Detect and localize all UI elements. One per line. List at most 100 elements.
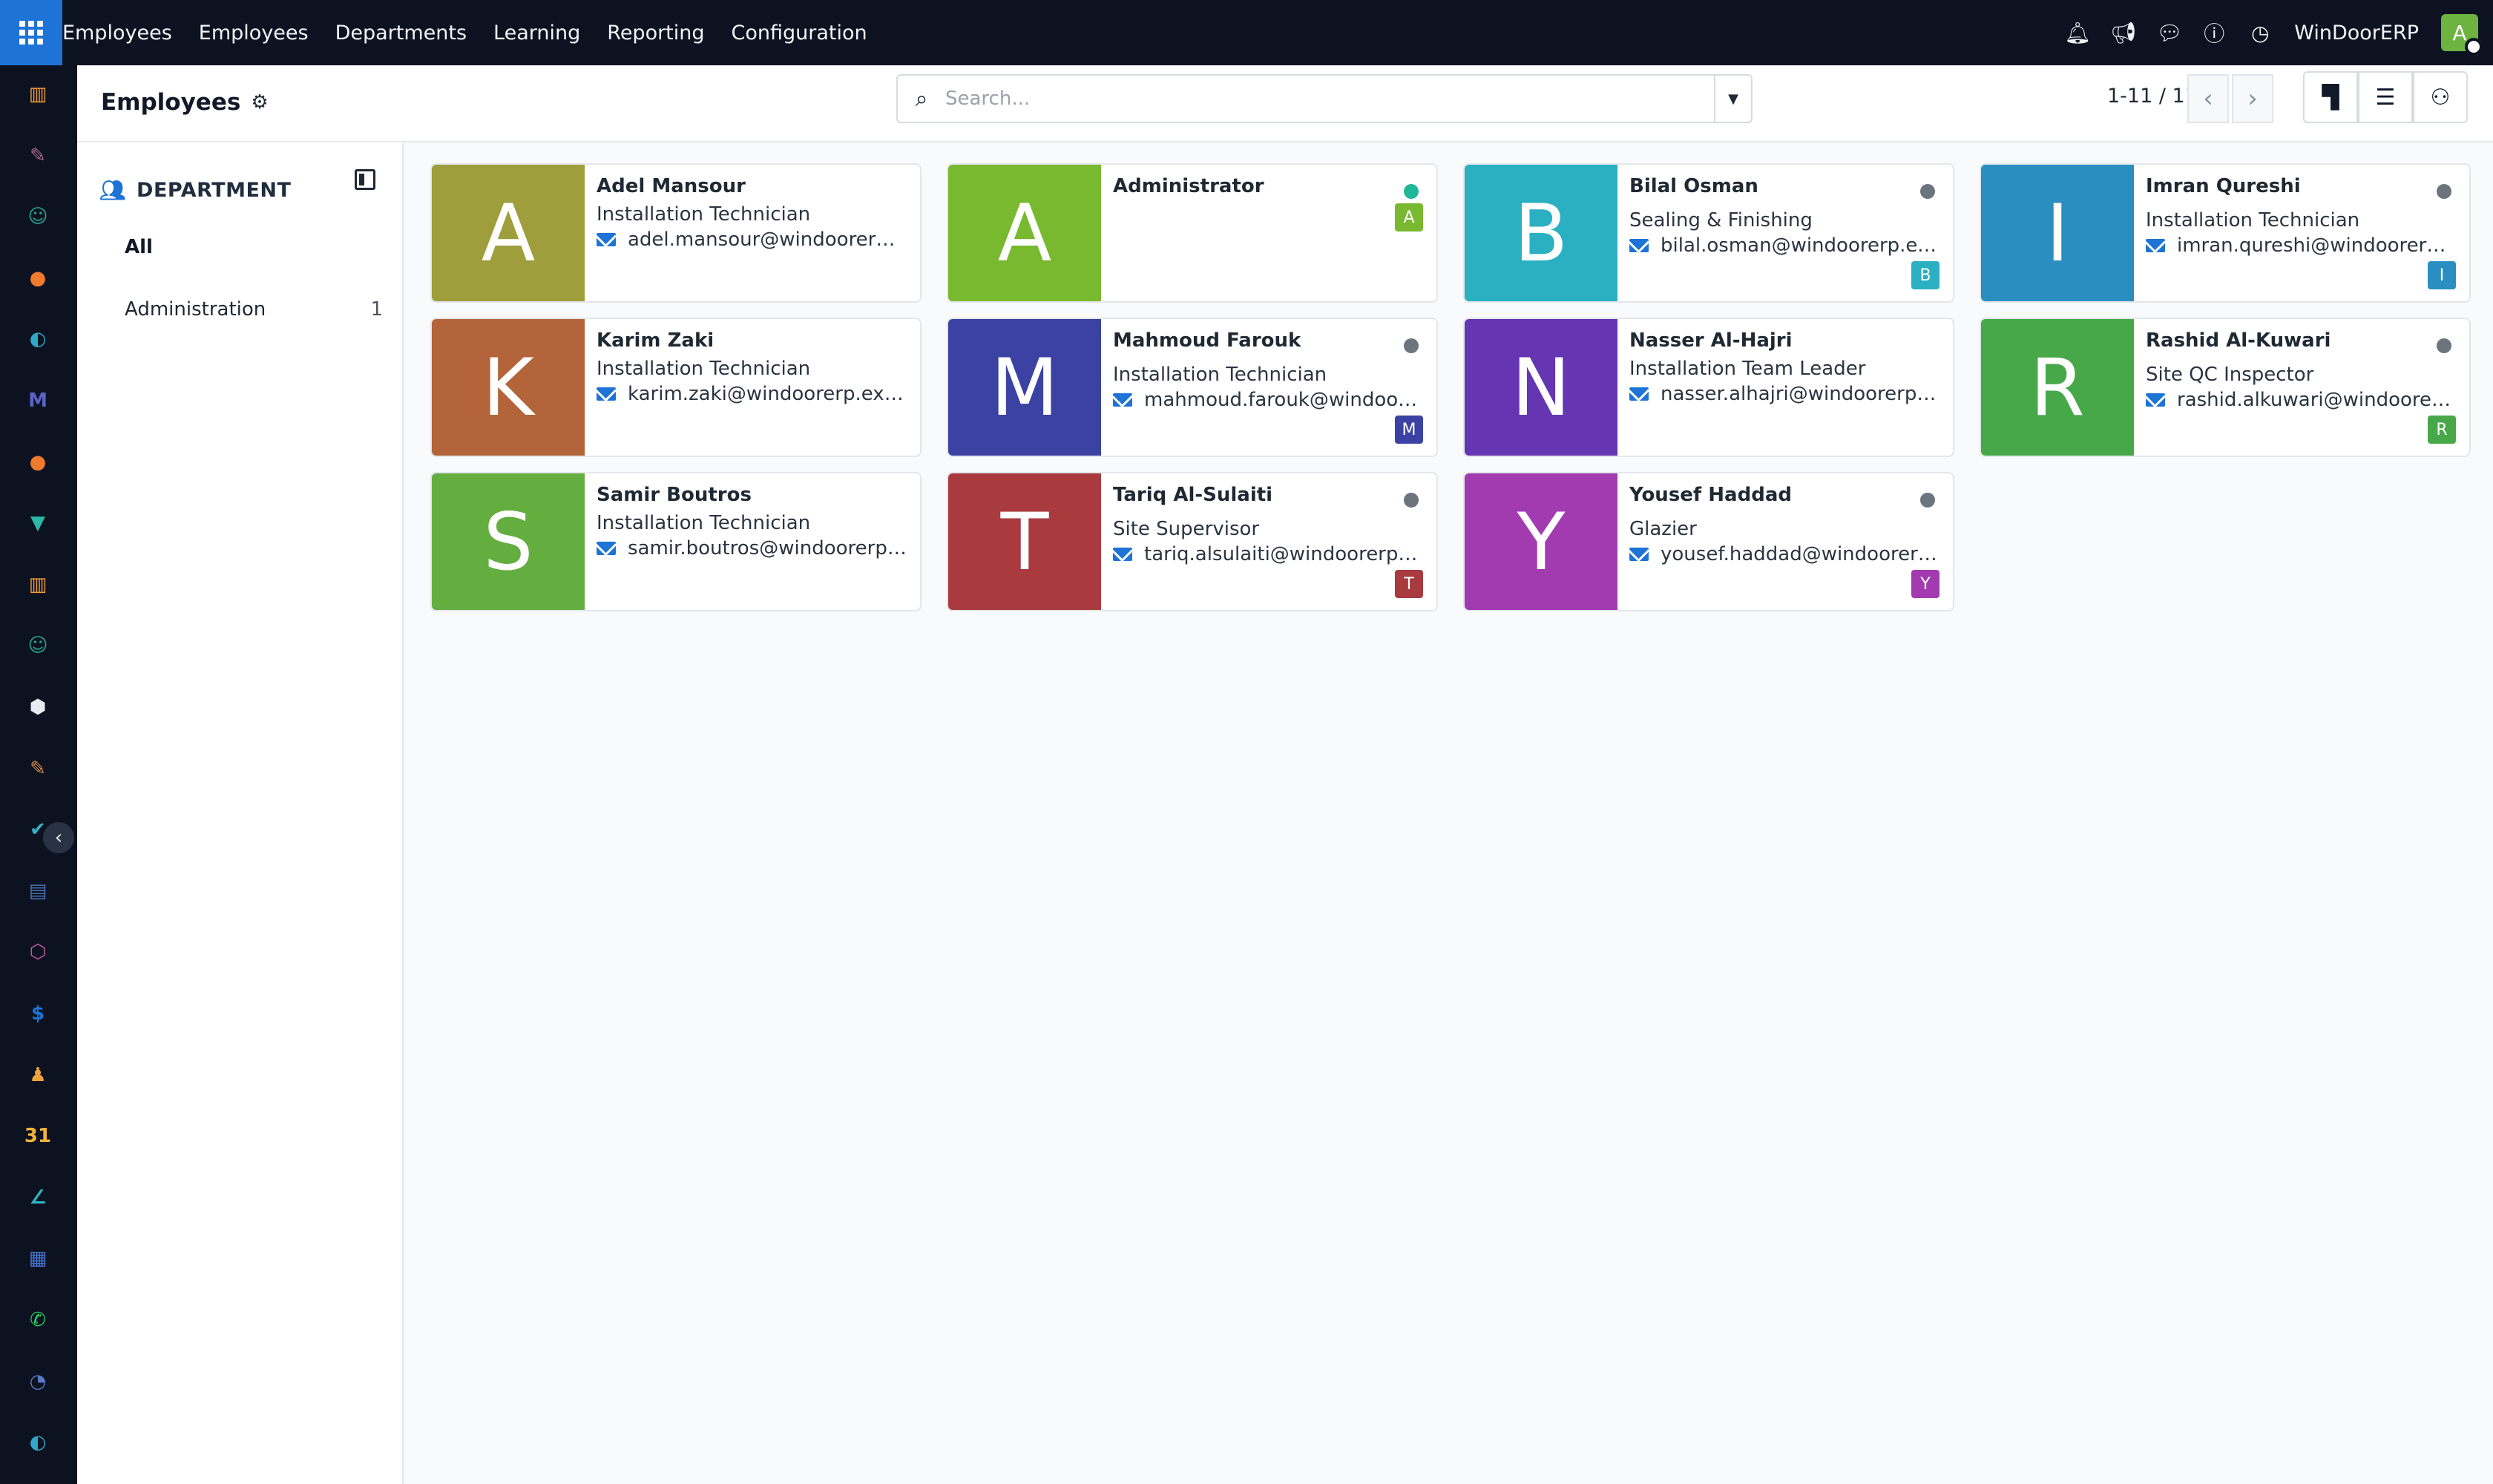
employee-email-text[interactable]: samir.boutros@windoorerp.e... [628, 537, 907, 559]
employee-email-text[interactable]: imran.qureshi@windoorerp.e... [2177, 234, 2456, 257]
department-item-administration[interactable]: Administration [125, 298, 266, 321]
presence-status-icon [1404, 338, 1419, 353]
megaphone-icon[interactable]: 📢︎ [2110, 21, 2137, 45]
search-options-toggle[interactable]: ▼ [1714, 76, 1751, 122]
menu-brand[interactable]: Employees [62, 22, 185, 45]
timer-app-icon[interactable]: ◔ [24, 1368, 52, 1396]
discuss-app-icon[interactable]: ● [24, 264, 52, 292]
employee-card[interactable]: T Tariq Al-Sulaiti Site Supervisor tariq.al… [947, 472, 1438, 611]
planning-app-icon[interactable]: ✎ [24, 755, 52, 783]
hierarchy-view-button[interactable]: ⚇ [2413, 71, 2468, 123]
mail-app-icon[interactable]: M [24, 387, 52, 415]
knowledge-app-icon[interactable]: ▤ [24, 877, 52, 905]
department-header-label: DEPARTMENT [137, 179, 292, 202]
employee-email: samir.boutros@windoorerp.e... [597, 537, 907, 559]
panel-toggle-icon[interactable] [355, 169, 375, 190]
livechat-app-icon[interactable]: ● [24, 448, 52, 476]
employee-mini-avatar[interactable]: Y [1911, 570, 1939, 598]
employee-email: bilal.osman@windoorerp.exa... [1629, 234, 1939, 257]
sales-app-icon[interactable]: ✎ [24, 142, 52, 170]
employee-card[interactable]: S Samir Boutros Installation Technician sam… [430, 472, 922, 611]
chevron-left-icon: ‹ [54, 827, 63, 849]
chat-icon[interactable]: 💬︎ [2156, 21, 2183, 45]
employee-name: Yousef Haddad [1629, 484, 1792, 506]
employee-email-text[interactable]: tariq.alsulaiti@windoorerp.ex... [1144, 543, 1423, 565]
kanban-icon: ▜ [2322, 84, 2339, 111]
employee-mini-avatar[interactable]: I [2428, 261, 2456, 289]
user-avatar[interactable]: A [2441, 14, 2483, 56]
employee-details: Tariq Al-Sulaiti Site Supervisor tariq.als… [1113, 484, 1423, 565]
whatsapp-app-icon[interactable]: ✆ [24, 1306, 52, 1334]
collapse-rail-button[interactable]: ‹ [43, 822, 74, 853]
employee-email: nasser.alhajri@windoorerp.e... [1629, 383, 1939, 405]
employee-email-text[interactable]: yousef.haddad@windoorerp.... [1661, 543, 1939, 565]
mini-avatar-initial: T [1404, 574, 1414, 594]
employee-card[interactable]: Y Yousef Haddad Glazier yousef.haddad@windo… [1463, 472, 1954, 611]
employee-email-text[interactable]: bilal.osman@windoorerp.exa... [1661, 234, 1939, 257]
employee-email: tariq.alsulaiti@windoorerp.ex... [1113, 543, 1423, 565]
employee-card[interactable]: I Imran Qureshi Installation Technician imr… [1980, 163, 2471, 303]
menu-departments[interactable]: Departments [322, 22, 480, 45]
employee-email-text[interactable]: nasser.alhajri@windoorerp.e... [1661, 383, 1939, 405]
user-initial: A [2452, 20, 2467, 45]
pager-value[interactable]: 1-11 / 11 [2107, 85, 2198, 108]
employee-mini-avatar[interactable]: M [1395, 416, 1423, 444]
contacts-app-icon[interactable]: ☺ [24, 203, 52, 231]
help-icon[interactable]: ⓘ [2202, 18, 2226, 47]
employee-email: karim.zaki@windoorerp.exa... [597, 383, 907, 405]
pager-next-button[interactable]: › [2232, 74, 2273, 123]
purchase-app-icon[interactable]: ⬡ [24, 938, 52, 966]
team-app-icon[interactable]: ♟ [24, 1061, 52, 1089]
reporting-app-icon[interactable]: ▥ [24, 571, 52, 599]
employee-card[interactable]: R Rashid Al-Kuwari Site QC Inspector rashid… [1980, 318, 2471, 457]
kanban-view-button[interactable]: ▜ [2303, 71, 2358, 123]
employee-mini-avatar[interactable]: T [1395, 570, 1423, 598]
employee-mini-avatar[interactable]: A [1395, 203, 1423, 232]
company-switcher[interactable]: WinDoorERP [2294, 22, 2419, 45]
project-app-icon[interactable]: ▼ [24, 509, 52, 537]
employee-card[interactable]: A Administrator A [947, 163, 1438, 303]
menu-configuration[interactable]: Configuration [718, 22, 881, 45]
list-view-button[interactable]: ☰ [2358, 71, 2413, 123]
employee-email-text[interactable]: adel.mansour@windoorerp.e... [628, 229, 907, 251]
employee-card[interactable]: M Mahmoud Farouk Installation Technician ma… [947, 318, 1438, 457]
envelope-icon [1629, 548, 1649, 561]
search-input[interactable] [945, 76, 1714, 121]
employee-name: Rashid Al-Kuwari [2146, 329, 2331, 352]
department-item-all[interactable]: All [125, 236, 153, 258]
main-menu: Employees Employees Departments Learning… [62, 0, 881, 65]
calendar-app-icon[interactable]: 31 [24, 1122, 52, 1150]
employee-email-text[interactable]: karim.zaki@windoorerp.exa... [628, 383, 907, 405]
inventory-app-icon[interactable]: ⬢ [24, 693, 52, 721]
gear-icon[interactable]: ⚙ [251, 91, 268, 114]
employee-card[interactable]: B Bilal Osman Sealing & Finishing bilal.osm… [1463, 163, 1954, 303]
employee-mini-avatar[interactable]: B [1911, 261, 1939, 289]
menu-learning[interactable]: Learning [480, 22, 594, 45]
employee-mini-avatar[interactable]: R [2428, 416, 2456, 444]
page-title: Employees [101, 89, 241, 116]
helpdesk-app-icon[interactable]: ◐ [24, 1428, 52, 1457]
employee-avatar: Y [1465, 473, 1617, 610]
sign-app-icon[interactable]: ∠ [24, 1183, 52, 1212]
clock-icon[interactable]: ◷ [2248, 21, 2272, 45]
employee-email-text[interactable]: mahmoud.farouk@windoorer... [1144, 389, 1423, 411]
search-icon[interactable]: ⌕ [898, 86, 945, 112]
menu-reporting[interactable]: Reporting [594, 22, 717, 45]
user-status-dot [2465, 38, 2483, 56]
app-menu-button[interactable] [0, 0, 62, 65]
envelope-icon [2146, 393, 2165, 407]
employee-email-text[interactable]: rashid.alkuwari@windoorerp.... [2177, 389, 2456, 411]
employee-card[interactable]: A Adel Mansour Installation Technician adel… [430, 163, 922, 303]
website-app-icon[interactable]: ▦ [24, 1244, 52, 1273]
menu-employees[interactable]: Employees [185, 22, 322, 45]
search-bar: ⌕ ▼ [896, 74, 1753, 123]
pager-previous-button[interactable]: ‹ [2187, 74, 2229, 123]
employee-card[interactable]: N Nasser Al-Hajri Installation Team Leader… [1463, 318, 1954, 457]
crm-app-icon[interactable]: ◐ [24, 325, 52, 353]
employee-details: Samir Boutros Installation Technician sami… [597, 484, 907, 559]
bell-icon[interactable]: 🔔︎ [2064, 21, 2091, 45]
dashboard-app-icon[interactable]: ▥ [24, 80, 52, 108]
employee-card[interactable]: K Karim Zaki Installation Technician karim.… [430, 318, 922, 457]
accounting-app-icon[interactable]: $ [24, 999, 52, 1028]
employees-app-icon[interactable]: ☺ [24, 631, 52, 660]
